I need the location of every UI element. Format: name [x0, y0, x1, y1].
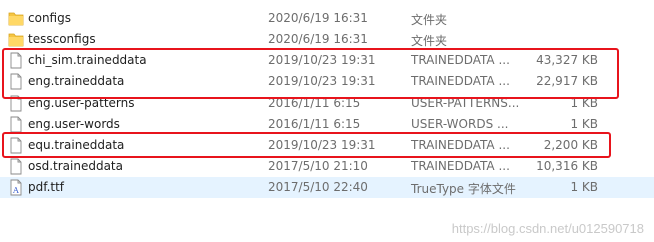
file-type: TRAINEDDATA ...	[411, 159, 510, 173]
file-date: 2020/6/19 16:31	[268, 11, 368, 25]
file-icon	[8, 116, 24, 133]
svg-text:A: A	[12, 186, 19, 195]
file-row-chi-sim[interactable]: chi_sim.traineddata 2019/10/23 19:31 TRA…	[0, 50, 654, 71]
file-icon	[8, 73, 24, 90]
file-size: 1 KB	[570, 180, 598, 194]
file-type: TrueType 字体文件	[411, 182, 516, 196]
file-date: 2020/6/19 16:31	[268, 32, 368, 46]
file-row-eng-traineddata[interactable]: eng.traineddata 2019/10/23 19:31 TRAINED…	[0, 71, 654, 92]
file-icon	[8, 95, 24, 112]
file-row-eng-user-words[interactable]: eng.user-words 2016/1/11 6:15 USER-WORDS…	[0, 114, 654, 135]
file-date: 2019/10/23 19:31	[268, 138, 376, 152]
file-name: eng.traineddata	[28, 74, 125, 88]
file-size: 1 KB	[570, 96, 598, 110]
file-date: 2016/1/11 6:15	[268, 96, 361, 110]
file-name: osd.traineddata	[28, 159, 123, 173]
file-date: 2017/5/10 21:10	[268, 159, 368, 173]
file-size: 22,917 KB	[536, 74, 598, 88]
file-row-tessconfigs[interactable]: tessconfigs 2020/6/19 16:31 文件夹	[0, 29, 654, 50]
file-type: USER-WORDS ...	[411, 117, 509, 131]
folder-icon	[8, 31, 24, 48]
file-icon	[8, 52, 24, 69]
file-row-pdf-ttf[interactable]: A pdf.ttf 2017/5/10 22:40 TrueType 字体文件 …	[0, 177, 654, 198]
file-type: 文件夹	[411, 34, 448, 48]
file-icon	[8, 137, 24, 154]
file-date: 2019/10/23 19:31	[268, 74, 376, 88]
font-file-icon: A	[8, 179, 24, 196]
file-name: eng.user-patterns	[28, 96, 135, 110]
file-row-eng-user-patterns[interactable]: eng.user-patterns 2016/1/11 6:15 USER-PA…	[0, 93, 654, 114]
file-row-equ-traineddata[interactable]: equ.traineddata 2019/10/23 19:31 TRAINED…	[0, 135, 654, 156]
file-type: 文件夹	[411, 13, 448, 27]
watermark: https://blog.csdn.net/u012590718	[451, 221, 644, 236]
file-date: 2019/10/23 19:31	[268, 53, 376, 67]
file-type: USER-PATTERNS...	[411, 96, 520, 110]
file-row-configs[interactable]: configs 2020/6/19 16:31 文件夹	[0, 8, 654, 29]
file-row-osd-traineddata[interactable]: osd.traineddata 2017/5/10 21:10 TRAINEDD…	[0, 156, 654, 177]
file-size: 10,316 KB	[536, 159, 598, 173]
file-name: eng.user-words	[28, 117, 120, 131]
file-type: TRAINEDDATA ...	[411, 138, 510, 152]
file-size: 43,327 KB	[536, 53, 598, 67]
file-type: TRAINEDDATA ...	[411, 74, 510, 88]
file-name: pdf.ttf	[28, 180, 65, 194]
file-name: tessconfigs	[28, 32, 96, 46]
file-date: 2017/5/10 22:40	[268, 180, 368, 194]
folder-icon	[8, 10, 24, 27]
file-name: chi_sim.traineddata	[28, 53, 147, 67]
file-size: 1 KB	[570, 117, 598, 131]
file-size: 2,200 KB	[543, 138, 598, 152]
file-name: equ.traineddata	[28, 138, 125, 152]
file-name: configs	[28, 11, 71, 25]
file-date: 2016/1/11 6:15	[268, 117, 361, 131]
file-icon	[8, 158, 24, 175]
file-type: TRAINEDDATA ...	[411, 53, 510, 67]
